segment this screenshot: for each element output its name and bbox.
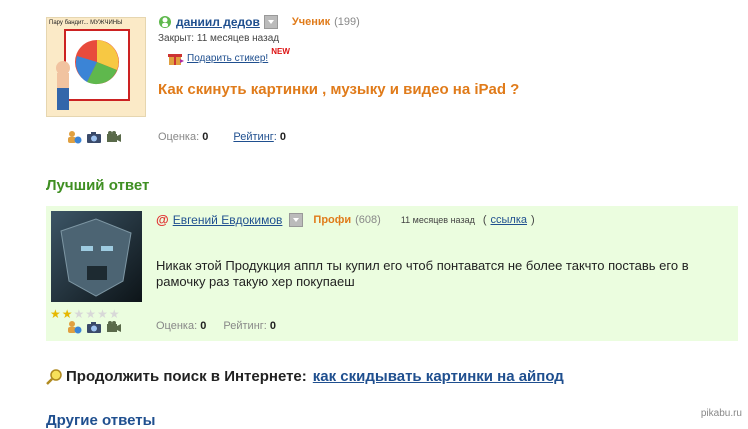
best-answer-author-rank: Профи xyxy=(313,213,352,226)
continue-search-label: Продолжить поиск в Интернете: xyxy=(66,368,307,385)
best-answer-heading: Лучший ответ xyxy=(46,177,150,194)
question-author-link[interactable]: даниил дедов xyxy=(176,15,260,29)
gift-icon xyxy=(168,50,184,66)
user-profile-icon[interactable] xyxy=(66,320,82,334)
best-answer-author-avatar[interactable] xyxy=(51,211,142,302)
continue-search-row: Продолжить поиск в Интернете: как скидыв… xyxy=(46,368,564,385)
question-title: Как скинуть картинки , музыку и видео на… xyxy=(158,81,520,98)
rating-label: Рейтинг: xyxy=(223,320,267,332)
star-empty-icon: ★ xyxy=(73,307,85,321)
question-author-rank-count: (199) xyxy=(334,16,360,28)
gift-sticker-link[interactable]: Подарить стикер! xyxy=(187,53,268,64)
best-answer-time: 11 месяцев назад xyxy=(400,214,475,225)
best-answer-stars: ★ ★ ★ ★ ★ ★ xyxy=(50,308,120,320)
other-answers-heading: Другие ответы xyxy=(46,412,156,429)
watermark: pikabu.ru xyxy=(700,408,742,419)
photo-camera-icon[interactable] xyxy=(86,130,102,144)
link-paren-close: ) xyxy=(531,213,535,226)
user-status-icon xyxy=(158,15,172,29)
video-camera-icon[interactable] xyxy=(106,130,122,144)
rating-link[interactable]: Рейтинг xyxy=(233,131,273,143)
closed-time: 11 месяцев назад xyxy=(196,33,280,44)
score-label: Оценка: xyxy=(156,320,198,332)
photo-camera-icon[interactable] xyxy=(86,320,102,334)
score-label: Оценка: xyxy=(158,131,200,143)
star-empty-icon: ★ xyxy=(97,307,108,321)
video-camera-icon[interactable] xyxy=(106,320,122,334)
closed-label: Закрыт: xyxy=(158,33,195,44)
best-answer-meta-line: @ Евгений Евдокимов Профи (608) 11 месяц… xyxy=(156,212,535,227)
star-filled-icon: ★ xyxy=(50,307,61,321)
author-menu-dropdown-icon[interactable] xyxy=(289,212,304,227)
best-answer-author-link[interactable]: Евгений Евдокимов xyxy=(173,213,283,227)
star-empty-icon: ★ xyxy=(85,307,97,321)
rating-colon: : xyxy=(273,131,277,143)
question-closed-line: Закрыт: 11 месяцев назад xyxy=(158,33,279,44)
star-empty-icon: ★ xyxy=(108,307,120,321)
new-badge: NEW xyxy=(271,46,290,56)
best-answer-text: Никак этой Продукция аппл ты купил его ч… xyxy=(156,258,689,289)
magnifier-icon xyxy=(46,368,62,385)
continue-search-query-link[interactable]: как скидывать картинки на айпод xyxy=(313,368,564,385)
best-answer-permalink[interactable]: ссылка xyxy=(491,214,528,226)
user-profile-icon[interactable] xyxy=(66,130,82,144)
question-meta-line: даниил дедов Ученик (199) xyxy=(158,15,360,29)
question-author-rank: Ученик xyxy=(291,16,331,28)
mail-at-icon[interactable]: @ xyxy=(156,212,169,227)
rating-value: 0 xyxy=(279,131,287,143)
link-paren-open: ( xyxy=(482,213,487,226)
star-filled-icon: ★ xyxy=(61,307,73,321)
avatar-caption: Пару бандит... МУЖЧИНЫ xyxy=(49,20,123,26)
score-value: 0 xyxy=(202,131,209,143)
question-author-icons xyxy=(66,130,122,144)
best-answer-author-icons xyxy=(66,320,122,334)
gift-sticker-row: Подарить стикер! NEW xyxy=(168,46,290,66)
question-score-row: Оценка: 0 Рейтинг: 0 xyxy=(158,131,286,143)
question-author-avatar[interactable]: Пару бандит... МУЖЧИНЫ xyxy=(46,17,146,117)
best-answer-score-row: Оценка: 0 Рейтинг: 0 xyxy=(156,320,276,332)
best-answer-author-rank-count: (608) xyxy=(355,213,381,226)
score-value: 0 xyxy=(200,320,207,332)
rating-value: 0 xyxy=(269,320,277,332)
author-menu-dropdown-icon[interactable] xyxy=(263,15,278,29)
